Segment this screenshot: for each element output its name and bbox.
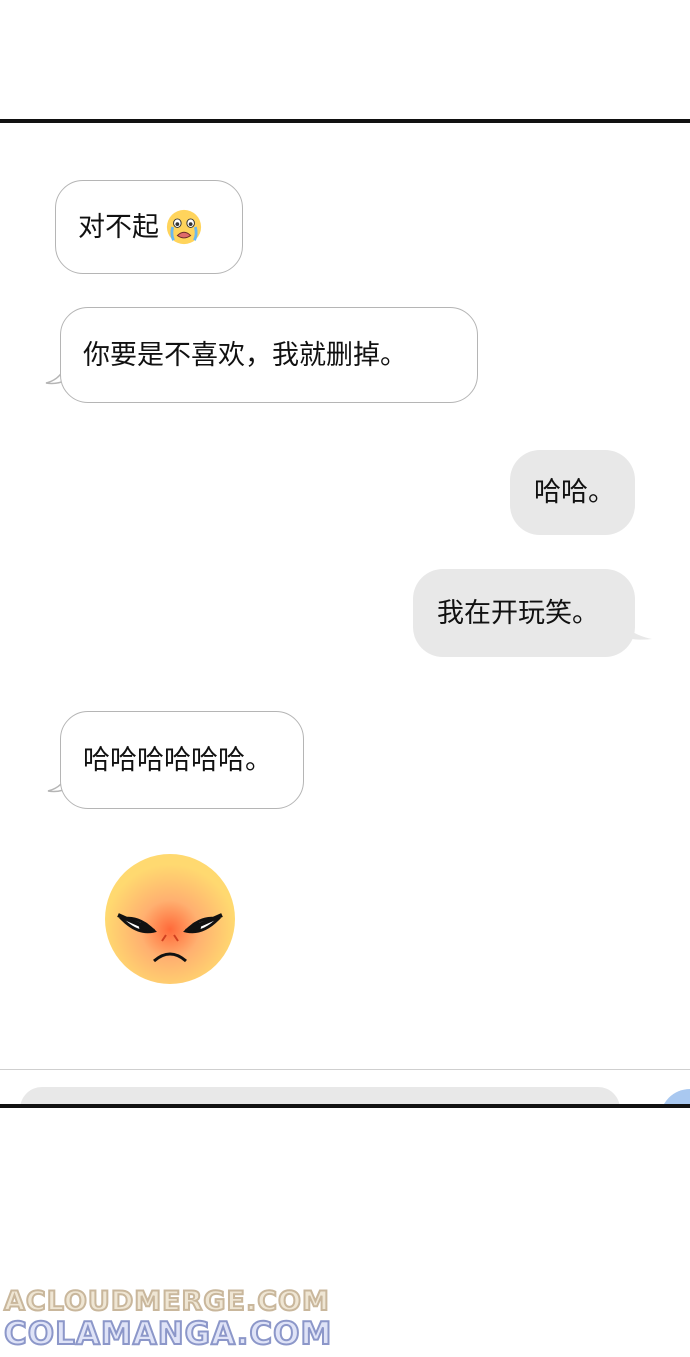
message-bubble-outgoing: 哈哈。: [510, 450, 635, 535]
message-text: 哈哈哈哈哈哈。: [83, 744, 272, 776]
bubble-tail-outgoing: [622, 623, 652, 640]
message-bubble-incoming: 对不起: [55, 180, 243, 274]
message-text: 对不起: [78, 211, 159, 243]
send-button[interactable]: [660, 1089, 690, 1104]
message-bubble-incoming: 哈哈哈哈哈哈。: [60, 711, 304, 809]
watermark-line1: ACLOUDMERGE.COM: [3, 1285, 330, 1318]
chat-panel: 对不起 你要是不喜欢，我就删掉。 哈哈。 我在开玩笑。 哈哈哈哈哈哈。: [0, 119, 690, 1108]
message-bubble-outgoing: 我在开玩笑。: [413, 569, 635, 657]
angry-face-icon: [105, 854, 235, 984]
message-input[interactable]: [20, 1087, 620, 1104]
message-text: 哈哈。: [534, 477, 615, 508]
watermark-line2: COLAMANGA.COM: [3, 1315, 333, 1353]
input-divider: [0, 1069, 690, 1070]
message-text: 我在开玩笑。: [437, 597, 599, 629]
message-bubble-incoming: 你要是不喜欢，我就删掉。: [60, 307, 478, 403]
crying-face-icon: [166, 209, 202, 245]
message-text: 你要是不喜欢，我就删掉。: [83, 339, 407, 371]
